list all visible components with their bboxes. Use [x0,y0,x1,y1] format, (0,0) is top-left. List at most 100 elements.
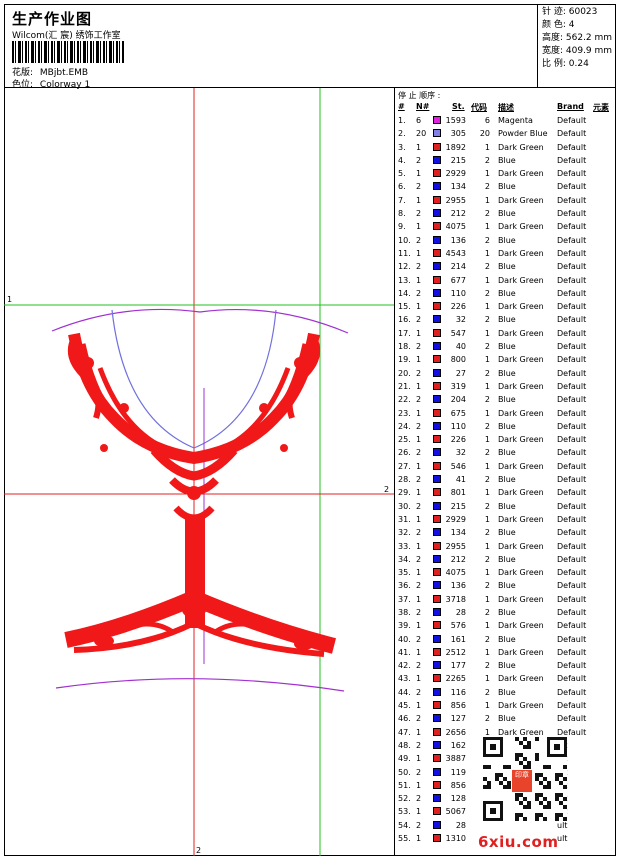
row-code: 2 [484,155,490,165]
row-description: Blue [498,288,516,298]
row-code: 1 [484,674,490,684]
row-index: 2. [398,129,406,139]
row-description: Dark Green [498,328,544,338]
row-needle: 2 [416,554,422,564]
row-stitches: 2512 [445,647,466,657]
row-index: 6. [398,182,406,192]
qr-module [487,785,491,789]
row-needle: 2 [416,528,422,538]
row-index: 43. [398,674,411,684]
row-index: 40. [398,634,411,644]
qr-module [515,817,519,821]
color-swatch [433,714,441,723]
row-description: Blue [498,607,516,617]
row-index: 29. [398,488,411,498]
color-swatch [433,820,441,829]
row-description: Blue [498,581,516,591]
row-index: 36. [398,581,411,591]
row-description: Blue [498,315,516,325]
color-swatch [433,182,441,191]
row-index: 27. [398,461,411,471]
row-description: Dark Green [498,674,544,684]
row-index: 33. [398,541,411,551]
color-swatch [433,342,441,351]
row-needle: 2 [416,607,422,617]
row-brand: Default [557,528,587,538]
color-swatch [433,528,441,537]
sequence-row: 32. 2 134 2 Blue Default [396,526,616,539]
row-brand: Default [557,381,587,391]
page-title: 生产作业图 [12,10,93,28]
sequence-row: 8. 2 212 2 Blue Default [396,207,616,220]
sequence-row: 40. 2 161 2 Blue Default [396,633,616,646]
sequence-row: 14. 2 110 2 Blue Default [396,287,616,300]
design-width: 宽度: 409.9 mm [542,46,613,56]
color-swatch [433,248,441,257]
sequence-row: 27. 1 546 1 Dark Green Default [396,460,616,473]
embroidery-preview: 1 2 2 [4,88,394,856]
sequence-row: 34. 2 212 2 Blue Default [396,553,616,566]
row-index: 53. [398,807,411,817]
row-code: 1 [484,275,490,285]
row-stitches: 136 [450,581,466,591]
qr-module [487,765,491,769]
row-needle: 2 [416,581,422,591]
row-needle: 1 [416,195,422,205]
row-needle: 2 [416,661,422,671]
sequence-row: 15. 1 226 1 Dark Green Default [396,300,616,313]
row-code: 1 [484,408,490,418]
sequence-row: 36. 2 136 2 Blue Default [396,579,616,592]
row-description: Blue [498,448,516,458]
sequence-title: 停 止 顺序 : [398,91,441,100]
color-swatch [433,794,441,803]
row-stitches: 2656 [445,727,466,737]
row-stitches: 110 [450,421,466,431]
row-stitches: 215 [450,501,466,511]
sequence-row: 17. 1 547 1 Dark Green Default [396,327,616,340]
color-swatch [433,661,441,670]
sequence-row: 43. 1 2265 1 Dark Green Default [396,672,616,685]
row-brand: Default [557,395,587,405]
row-brand: Default [557,302,587,312]
row-description: Blue [498,395,516,405]
row-brand: Default [557,461,587,471]
row-stitches: 800 [450,355,466,365]
col-header-stitches: St. [452,102,465,111]
sequence-row: 5. 1 2929 1 Dark Green Default [396,167,616,180]
row-code: 2 [484,315,490,325]
row-stitches: 576 [450,621,466,631]
row-description: Dark Green [498,222,544,232]
row-description: Dark Green [498,594,544,604]
row-brand: Default [557,248,587,258]
row-stitches: 27 [455,368,466,378]
row-code: 1 [484,461,490,471]
row-code: 2 [484,528,490,538]
row-stitches: 4075 [445,568,466,578]
row-brand: Default [557,315,587,325]
col-header-desc: 描述 [498,103,514,112]
row-brand: Default [557,674,587,684]
row-needle: 2 [416,634,422,644]
row-description: Dark Green [498,195,544,205]
barcode [12,41,124,63]
sequence-row: 19. 1 800 1 Dark Green Default [396,353,616,366]
row-needle: 1 [416,647,422,657]
row-index: 39. [398,621,411,631]
sequence-row: 16. 2 32 2 Blue Default [396,313,616,326]
qr-module [507,785,511,789]
row-description: Blue [498,501,516,511]
design-canvas: 1 2 2 [4,88,395,856]
row-needle: 2 [416,368,422,378]
row-brand: Default [557,155,587,165]
row-index: 17. [398,328,411,338]
color-swatch [433,129,441,138]
row-code: 2 [484,395,490,405]
sequence-row: 21. 1 319 1 Dark Green Default [396,380,616,393]
row-description: Dark Green [498,647,544,657]
row-index: 30. [398,501,411,511]
qr-finder [483,801,503,821]
row-code: 2 [484,262,490,272]
row-stitches: 116 [450,687,466,697]
row-index: 28. [398,475,411,485]
design-height: 高度: 562.2 mm [542,33,613,43]
